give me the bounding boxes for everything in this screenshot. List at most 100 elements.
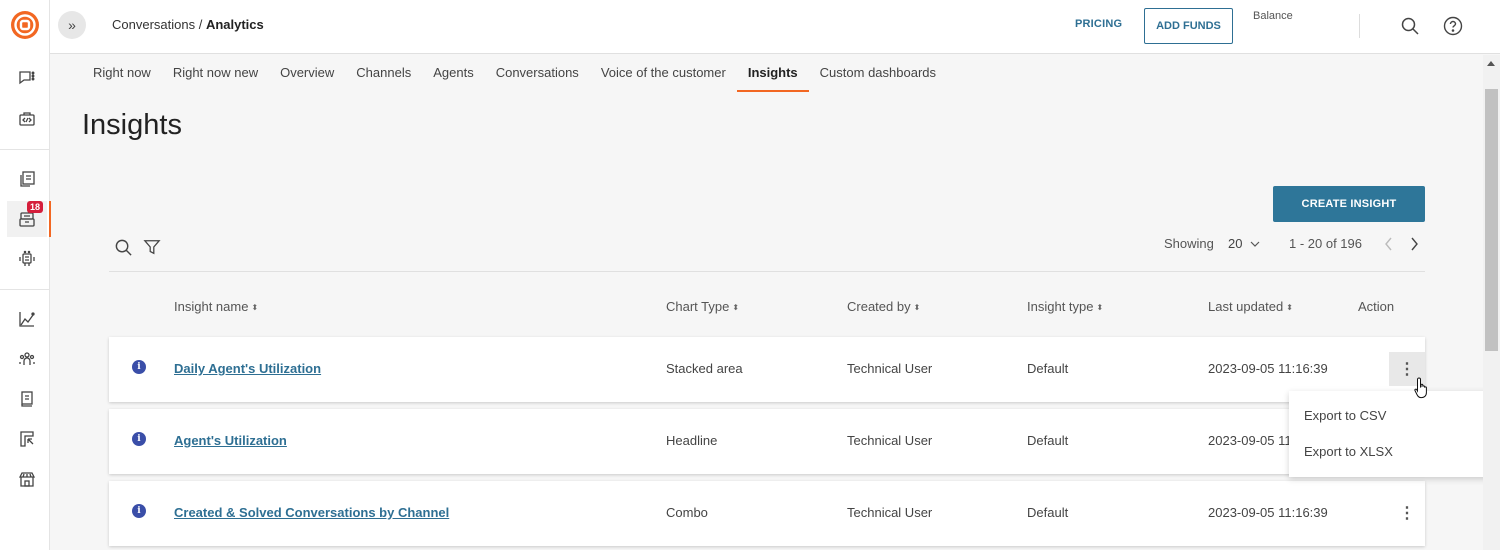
insight-name-link[interactable]: Agent's Utilization	[174, 433, 287, 448]
last-updated-cell: 2023-09-05 11:16:39	[1208, 361, 1328, 376]
chart-type-cell: Combo	[666, 505, 708, 520]
expand-sidebar-button[interactable]: »	[58, 11, 86, 39]
scroll-up-arrow-icon[interactable]	[1487, 61, 1495, 66]
table-row: i Daily Agent's Utilization Stacked area…	[109, 337, 1425, 402]
column-header-action: Action	[1358, 299, 1395, 314]
tab-right-now-new[interactable]: Right now new	[162, 56, 269, 92]
column-header-last-updated[interactable]: Last updated ⬍	[1208, 299, 1293, 314]
next-page-button[interactable]	[1406, 234, 1422, 254]
sort-icon: ⬍	[251, 303, 259, 312]
hand-pointer-cursor-icon	[1414, 377, 1427, 399]
create-insight-button[interactable]: CREATE INSIGHT	[1273, 186, 1425, 222]
sort-icon: ⬍	[732, 303, 740, 312]
brand-logo-icon[interactable]	[10, 10, 40, 40]
balance-label: Balance	[1253, 10, 1293, 22]
code-briefcase-icon	[19, 112, 35, 126]
rail-item-inbox[interactable]: 18	[7, 201, 51, 237]
book-icon	[21, 391, 33, 407]
global-search-button[interactable]	[1399, 15, 1421, 37]
tab-overview[interactable]: Overview	[269, 56, 345, 92]
rail-divider	[0, 289, 50, 290]
row-actions-menu: Export to CSV Export to XLSX	[1289, 391, 1500, 477]
tab-voice-of-the-customer[interactable]: Voice of the customer	[590, 56, 737, 92]
tab-agents[interactable]: Agents	[422, 56, 484, 92]
filter-button[interactable]	[142, 237, 162, 257]
tab-insights[interactable]: Insights	[736, 56, 809, 92]
created-by-cell: Technical User	[847, 505, 933, 520]
insight-name-link[interactable]: Created & Solved Conversations by Channe…	[174, 505, 449, 520]
scrollbar-thumb[interactable]	[1485, 89, 1498, 351]
analytics-tabs: Right now Right now new Overview Channel…	[82, 56, 947, 92]
chat-icon	[19, 71, 35, 85]
info-icon[interactable]: i	[132, 432, 146, 446]
rail-item-chat[interactable]	[7, 60, 47, 96]
help-button[interactable]	[1442, 15, 1464, 37]
kebab-menu-icon: ⋮	[1399, 361, 1415, 378]
store-icon	[18, 472, 36, 487]
column-header-label: Insight name	[174, 299, 249, 314]
sort-icon: ⬍	[1096, 303, 1104, 312]
insight-name-link[interactable]: Daily Agent's Utilization	[174, 361, 321, 376]
chevron-down-icon	[1251, 241, 1260, 247]
rail-item-documents[interactable]	[7, 161, 47, 197]
tab-right-now[interactable]: Right now	[82, 56, 162, 92]
robot-icon	[19, 250, 35, 266]
chevron-left-icon	[1385, 237, 1392, 251]
page-scrollbar[interactable]	[1483, 55, 1500, 550]
documents-icon	[20, 171, 35, 187]
chart-type-cell: Stacked area	[666, 361, 743, 376]
showing-label: Showing	[1164, 236, 1214, 251]
tab-custom-dashboards[interactable]: Custom dashboards	[809, 56, 947, 92]
page-size-select[interactable]: 20	[1228, 236, 1260, 251]
column-header-insight-name[interactable]: Insight name ⬍	[174, 299, 258, 314]
rail-item-analytics[interactable]	[7, 301, 47, 337]
notification-badge: 18	[26, 201, 43, 213]
row-actions-button[interactable]: ⋮	[1389, 496, 1425, 530]
toolbar-divider	[109, 271, 1425, 272]
last-updated-cell: 2023-09-05 11:16:39	[1208, 505, 1328, 520]
previous-page-button[interactable]	[1381, 234, 1397, 254]
column-header-label: Chart Type	[666, 299, 730, 314]
top-bar: » Conversations / Analytics PRICING ADD …	[50, 0, 1500, 54]
export-csv-menu-item[interactable]: Export to CSV	[1304, 408, 1386, 423]
created-by-cell: Technical User	[847, 433, 933, 448]
sort-icon: ⬍	[913, 303, 921, 312]
rail-item-bots[interactable]	[7, 241, 47, 277]
rail-item-marketplace[interactable]	[7, 461, 47, 497]
insight-type-cell: Default	[1027, 505, 1069, 520]
people-icon	[19, 352, 35, 365]
rail-item-developer[interactable]	[7, 101, 47, 137]
pagination-range: 1 - 20 of 196	[1289, 236, 1362, 251]
tab-conversations[interactable]: Conversations	[485, 56, 590, 92]
chevron-right-icon	[1411, 237, 1418, 251]
table-search-button[interactable]	[113, 237, 133, 257]
search-icon	[1401, 17, 1419, 35]
add-funds-button[interactable]: ADD FUNDS	[1144, 8, 1233, 44]
pricing-link[interactable]: PRICING	[1075, 18, 1122, 30]
info-icon[interactable]: i	[132, 504, 146, 518]
topbar-divider	[1359, 14, 1360, 38]
chart-type-cell: Headline	[666, 433, 718, 448]
table-row: i Created & Solved Conversations by Chan…	[109, 481, 1425, 546]
info-icon[interactable]: i	[132, 360, 146, 374]
rail-item-knowledge[interactable]	[7, 381, 47, 417]
breadcrumb-parent[interactable]: Conversations	[112, 17, 195, 32]
rail-item-people[interactable]	[7, 341, 47, 377]
page-title: Insights	[82, 109, 182, 141]
rail-item-builder[interactable]	[7, 421, 47, 457]
insight-type-cell: Default	[1027, 361, 1069, 376]
created-by-cell: Technical User	[847, 361, 933, 376]
page-size-value: 20	[1228, 236, 1243, 251]
kebab-menu-icon: ⋮	[1399, 505, 1415, 522]
search-icon	[115, 239, 132, 256]
column-header-label: Created by	[847, 299, 911, 314]
breadcrumb: Conversations / Analytics	[112, 17, 264, 32]
column-header-insight-type[interactable]: Insight type ⬍	[1027, 299, 1103, 314]
column-header-label: Insight type	[1027, 299, 1094, 314]
column-header-created-by[interactable]: Created by ⬍	[847, 299, 920, 314]
column-header-chart-type[interactable]: Chart Type ⬍	[666, 299, 739, 314]
tab-channels[interactable]: Channels	[345, 56, 422, 92]
export-xlsx-menu-item[interactable]: Export to XLSX	[1304, 444, 1393, 459]
column-header-label: Last updated	[1208, 299, 1284, 314]
sort-icon: ⬍	[1286, 303, 1293, 312]
